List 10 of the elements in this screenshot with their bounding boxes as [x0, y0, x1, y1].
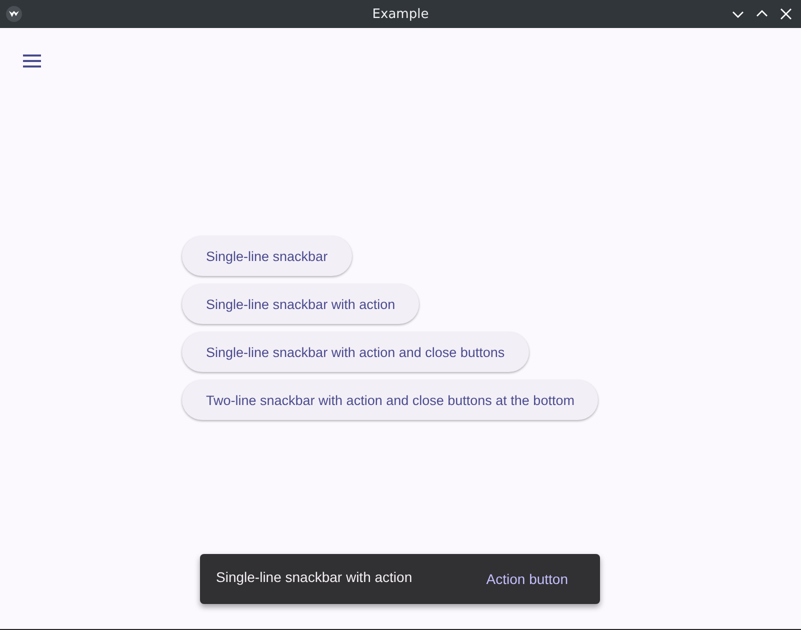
snackbar-demo-button[interactable]: Single-line snackbar with action: [182, 284, 420, 324]
menu-icon[interactable]: [23, 54, 41, 68]
snackbar-demo-button[interactable]: Single-line snackbar: [182, 236, 352, 276]
app-logo-icon: [6, 6, 22, 22]
snackbar-demo-button[interactable]: Two-line snackbar with action and close buttons at the bottom: [182, 380, 598, 420]
close-icon[interactable]: [779, 7, 793, 21]
window-title: Example: [372, 6, 429, 22]
snackbar-message: Single-line snackbar with action: [216, 569, 412, 585]
snackbar-demo-button[interactable]: Single-line snackbar with action and close buttons: [182, 332, 529, 372]
action-button[interactable]: Action button: [470, 561, 584, 597]
